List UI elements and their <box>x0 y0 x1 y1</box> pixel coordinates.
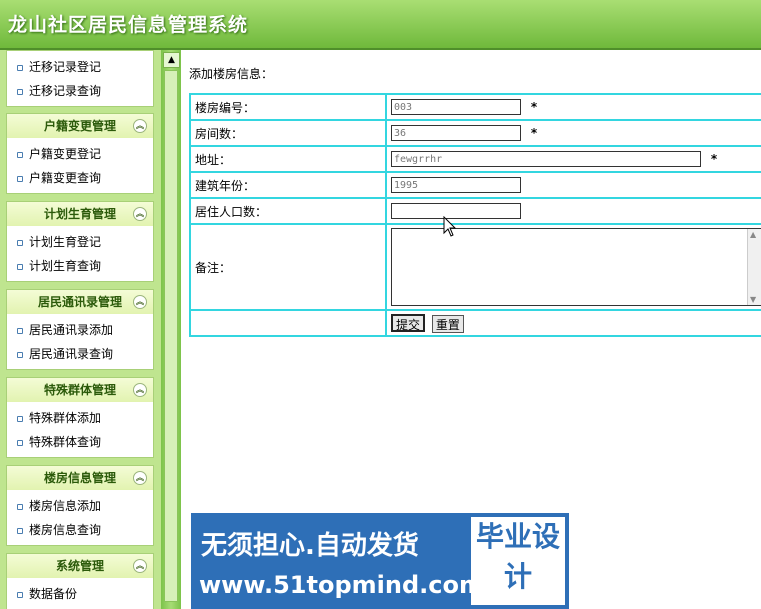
banner-url: www.51topmind.com <box>199 571 484 599</box>
collapse-icon[interactable]: ︽ <box>133 383 147 397</box>
sidebar-item-special-add[interactable]: 特殊群体添加 <box>7 406 153 430</box>
bullet-icon <box>17 88 23 95</box>
banner-tag: 毕业设计 <box>471 517 565 605</box>
menu-group-title[interactable]: 特殊群体管理 ︽ <box>7 378 153 402</box>
collapse-icon[interactable]: ︽ <box>133 559 147 573</box>
sidebar-item-contacts-add[interactable]: 居民通讯录添加 <box>7 318 153 342</box>
field-label: 楼房编号： <box>189 93 387 121</box>
scrollbar-thumb[interactable] <box>164 70 178 602</box>
form-row: 备注： ▲ ▼ <box>189 223 761 311</box>
sidebar-scrollbar[interactable]: ▲ <box>161 50 181 609</box>
bullet-icon <box>17 415 23 422</box>
menu-group-special-groups: 特殊群体管理 ︽ 特殊群体添加 特殊群体查询 <box>6 377 154 458</box>
app-header: 龙山社区居民信息管理系统 <box>0 0 761 50</box>
bullet-icon <box>17 263 23 270</box>
sidebar: 迁移记录登记 迁移记录查询 户籍变更管理 ︽ 户籍变更登记 户籍变更查询 计划生… <box>0 50 161 609</box>
form-row: 楼房编号： * <box>189 93 761 121</box>
sidebar-item-household-query[interactable]: 户籍变更查询 <box>7 166 153 190</box>
field-cell: * <box>385 145 761 173</box>
bullet-icon <box>17 64 23 71</box>
collapse-icon[interactable]: ︽ <box>133 471 147 485</box>
sidebar-item-family-planning-register[interactable]: 计划生育登记 <box>7 230 153 254</box>
sidebar-item-special-query[interactable]: 特殊群体查询 <box>7 430 153 454</box>
form-row: 建筑年份： <box>189 171 761 199</box>
field-label: 建筑年份： <box>189 171 387 199</box>
scroll-up-icon[interactable]: ▲ <box>163 52 180 68</box>
scroll-up-icon[interactable]: ▲ <box>750 230 756 239</box>
form-row: 房间数： * <box>189 119 761 147</box>
collapse-icon[interactable]: ︽ <box>133 119 147 133</box>
mouse-cursor-icon <box>443 216 457 237</box>
menu-group-title[interactable]: 楼房信息管理 ︽ <box>7 466 153 490</box>
bullet-icon <box>17 239 23 246</box>
field-label: 居住人口数： <box>189 197 387 225</box>
banner-slogan: 无须担心.自动发货 <box>201 531 419 561</box>
collapse-icon[interactable]: ︽ <box>133 207 147 221</box>
sidebar-item-contacts-query[interactable]: 居民通讯录查询 <box>7 342 153 366</box>
page-title: 添加楼房信息： <box>189 67 274 81</box>
menu-group-system: 系统管理 ︽ 数据备份 <box>6 553 154 609</box>
bullet-icon <box>17 175 23 182</box>
field-cell: * <box>385 119 761 147</box>
bullet-icon <box>17 327 23 334</box>
sidebar-item-family-planning-query[interactable]: 计划生育查询 <box>7 254 153 278</box>
menu-group-title[interactable]: 户籍变更管理 ︽ <box>7 114 153 138</box>
sidebar-item-migration-query[interactable]: 迁移记录查询 <box>7 79 153 103</box>
button-cell: 提交 重置 <box>385 309 761 337</box>
field-cell <box>385 171 761 199</box>
menu-group-family-planning: 计划生育管理 ︽ 计划生育登记 计划生育查询 <box>6 201 154 282</box>
build-year-input[interactable] <box>391 177 521 193</box>
field-label: 房间数： <box>189 119 387 147</box>
required-mark: * <box>710 151 718 166</box>
bullet-icon <box>17 503 23 510</box>
building-form: 楼房编号： * 房间数： * 地址： * 建筑年份： <box>189 93 761 337</box>
form-row: 提交 重置 <box>189 309 761 337</box>
building-number-input[interactable] <box>391 99 521 115</box>
required-mark: * <box>530 99 538 114</box>
textarea-scrollbar[interactable]: ▲ ▼ <box>747 229 761 305</box>
bullet-icon <box>17 351 23 358</box>
bullet-icon <box>17 591 23 598</box>
remark-textarea[interactable]: ▲ ▼ <box>391 228 761 306</box>
menu-group-title[interactable]: 计划生育管理 ︽ <box>7 202 153 226</box>
menu-group-migration: 迁移记录登记 迁移记录查询 <box>6 50 154 107</box>
field-label: 地址： <box>189 145 387 173</box>
empty-cell <box>189 309 387 337</box>
menu-group-building: 楼房信息管理 ︽ 楼房信息添加 楼房信息查询 <box>6 465 154 546</box>
submit-button[interactable]: 提交 <box>391 313 426 332</box>
required-mark: * <box>530 125 538 140</box>
sidebar-item-building-query[interactable]: 楼房信息查询 <box>7 518 153 542</box>
menu-group-household: 户籍变更管理 ︽ 户籍变更登记 户籍变更查询 <box>6 113 154 194</box>
sidebar-item-building-add[interactable]: 楼房信息添加 <box>7 494 153 518</box>
menu-group-title[interactable]: 系统管理 ︽ <box>7 554 153 578</box>
sidebar-item-household-register[interactable]: 户籍变更登记 <box>7 142 153 166</box>
watermark-banner: 无须担心.自动发货 www.51topmind.com 毕业设计 <box>191 513 569 609</box>
sidebar-item-backup[interactable]: 数据备份 <box>7 582 153 606</box>
app-title: 龙山社区居民信息管理系统 <box>8 14 249 36</box>
collapse-icon[interactable]: ︽ <box>133 295 147 309</box>
form-row: 居住人口数： <box>189 197 761 225</box>
form-row: 地址： * <box>189 145 761 173</box>
sidebar-item-migration-register[interactable]: 迁移记录登记 <box>7 55 153 79</box>
menu-group-title[interactable]: 居民通讯录管理 ︽ <box>7 290 153 314</box>
address-input[interactable] <box>391 151 701 167</box>
field-cell: * <box>385 93 761 121</box>
menu-group-contacts: 居民通讯录管理 ︽ 居民通讯录添加 居民通讯录查询 <box>6 289 154 370</box>
field-label: 备注： <box>189 223 387 311</box>
bullet-icon <box>17 439 23 446</box>
room-count-input[interactable] <box>391 125 521 141</box>
bullet-icon <box>17 527 23 534</box>
scroll-down-icon[interactable]: ▼ <box>750 295 756 304</box>
bullet-icon <box>17 151 23 158</box>
reset-button[interactable]: 重置 <box>431 314 464 333</box>
